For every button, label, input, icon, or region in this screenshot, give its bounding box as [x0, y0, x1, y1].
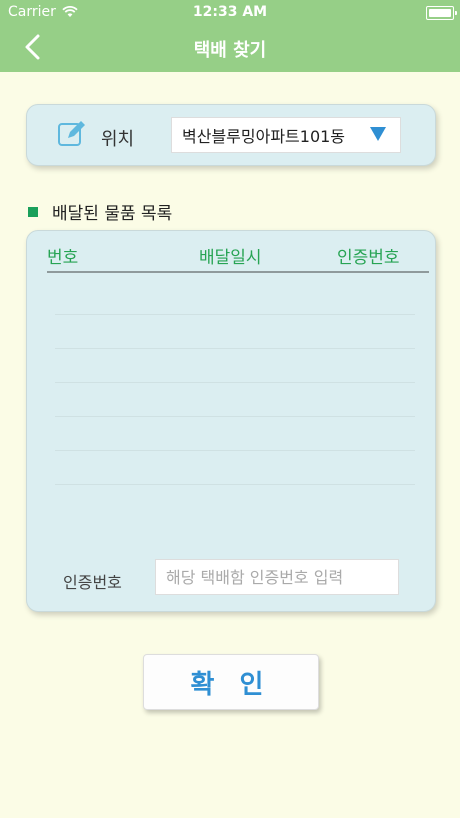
location-selected-value: 벽산블루밍아파트101동	[182, 127, 346, 146]
auth-code-label: 인증번호	[63, 573, 122, 592]
list-header: 번호 배달일시 인증번호	[27, 243, 435, 273]
status-time: 12:33 AM	[192, 4, 268, 20]
delivered-items-panel: 번호 배달일시 인증번호 인증번호	[26, 230, 436, 612]
dropdown-arrow-icon	[370, 127, 386, 141]
column-header-auth-code: 인증번호	[337, 248, 400, 268]
confirm-button[interactable]: 확 인	[143, 654, 319, 710]
status-bar: Carrier 12:33 AM	[0, 0, 460, 24]
list-row	[55, 451, 415, 485]
list-row	[55, 315, 415, 349]
square-bullet-icon	[28, 206, 38, 217]
location-label: 위치	[101, 129, 135, 150]
section-title: 배달된 물품 목록	[52, 204, 173, 224]
auth-code-row: 인증번호	[27, 559, 435, 597]
page-title: 택배 찾기	[193, 40, 267, 61]
location-dropdown[interactable]: 벽산블루밍아파트101동	[171, 117, 401, 153]
list-row	[55, 383, 415, 417]
list-row	[55, 417, 415, 451]
header-divider	[47, 271, 429, 273]
auth-code-input[interactable]	[155, 559, 399, 595]
location-panel: 위치 벽산블루밍아파트101동	[26, 104, 436, 166]
column-header-delivery-time: 배달일시	[199, 248, 262, 268]
column-header-number: 번호	[47, 248, 79, 268]
list-row	[55, 349, 415, 383]
delivered-items-heading: 배달된 물품 목록	[28, 199, 172, 224]
edit-icon	[58, 121, 85, 146]
list-row	[55, 281, 415, 315]
items-list[interactable]	[55, 281, 415, 485]
navigation-bar: 택배 찾기	[0, 24, 460, 72]
battery-icon	[426, 6, 457, 20]
